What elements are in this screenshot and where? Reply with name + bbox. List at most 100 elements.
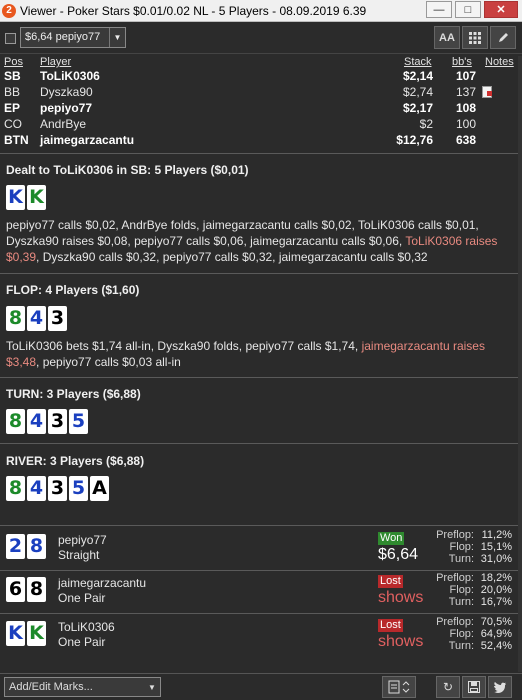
- equity-value: 15,1%: [480, 541, 512, 553]
- player-name: AndrBye: [40, 117, 87, 131]
- divider: [0, 525, 522, 526]
- divider: [0, 443, 522, 444]
- player-stack: $2,74: [402, 85, 433, 99]
- twitter-button[interactable]: [488, 676, 512, 698]
- result-hand: Straight: [58, 548, 100, 562]
- preflop-header: Dealt to ToLiK0306 in SB: 5 Players ($0,…: [6, 163, 249, 177]
- equity-stats: Preflop: 11,2% Flop: 15,1% Turn: 31,0%: [426, 529, 512, 565]
- result-player-name: pepiyo77: [58, 533, 107, 547]
- card: 5: [69, 476, 88, 501]
- result-row: K K ToLiK0306 One Pair Lost shows Preflop: 70,5…: [0, 615, 522, 659]
- divider: [0, 273, 522, 274]
- clipboard-icon: [388, 680, 410, 694]
- minimize-button[interactable]: —: [426, 1, 452, 18]
- player-name: ToLiK0306: [40, 69, 100, 83]
- equity-value: 16,7%: [480, 596, 512, 608]
- maximize-button[interactable]: □: [455, 1, 481, 18]
- equity-value: 52,4%: [480, 640, 512, 652]
- card: 6: [6, 577, 25, 602]
- hand-selector-value: $6,64 pepiyo77: [25, 31, 101, 43]
- player-row[interactable]: CO AndrBye $2 100: [4, 116, 516, 132]
- player-row[interactable]: EP pepiyo77 $2,17 108: [4, 100, 516, 116]
- equity-label: Preflop:: [436, 616, 474, 628]
- result-outcome: shows: [378, 633, 424, 650]
- grid-button[interactable]: [462, 26, 488, 49]
- card: 4: [27, 476, 46, 501]
- player-pos: SB: [4, 69, 21, 83]
- player-pos: BTN: [4, 133, 29, 147]
- player-stack: $2: [419, 117, 433, 131]
- equity-label: Flop:: [449, 541, 474, 553]
- river-header: RIVER: 3 Players ($6,88): [6, 454, 145, 468]
- chevron-down-icon: ▼: [109, 28, 125, 47]
- close-button[interactable]: ✕: [484, 1, 518, 18]
- flop-cards: 843: [6, 306, 67, 331]
- player-name: jaimegarzacantu: [40, 133, 135, 147]
- card: 8: [6, 306, 25, 331]
- chevron-down-icon: ▼: [148, 682, 156, 692]
- equity-label: Flop:: [449, 628, 474, 640]
- card: 3: [48, 409, 67, 434]
- col-notes: Notes: [485, 56, 514, 68]
- col-bbs: bb's: [452, 56, 472, 68]
- equity-label: Preflop:: [436, 529, 474, 541]
- divider: [0, 613, 522, 614]
- clipboard-button[interactable]: [382, 676, 416, 698]
- save-button[interactable]: [462, 676, 486, 698]
- app-icon: 2: [2, 3, 16, 18]
- equity-stats: Preflop: 18,2% Flop: 20,0% Turn: 16,7%: [426, 572, 512, 608]
- player-bbs: 100: [455, 117, 476, 131]
- equity-value: 31,0%: [480, 553, 512, 565]
- player-name: Dyszka90: [40, 85, 93, 99]
- pencil-icon: [498, 33, 508, 42]
- player-bbs: 108: [455, 101, 476, 115]
- player-pos: BB: [4, 85, 21, 99]
- card: K: [27, 185, 46, 210]
- scrollbar[interactable]: [518, 56, 522, 672]
- result-row: 2 8 pepiyo77 Straight Won $6,64 Preflop: 11,2% F…: [0, 528, 522, 572]
- note-icon[interactable]: [482, 86, 493, 101]
- player-name: pepiyo77: [40, 101, 93, 115]
- equity-stat: Preflop: 18,2%: [426, 572, 512, 584]
- window-title: Viewer - Poker Stars $0.01/0.02 NL - 5 P…: [20, 3, 367, 18]
- card: K: [27, 621, 46, 646]
- select-checkbox[interactable]: [5, 33, 16, 44]
- hand-selector[interactable]: $6,64 pepiyo77 ▼: [20, 27, 126, 48]
- refresh-icon: ↻: [442, 680, 454, 694]
- refresh-button[interactable]: ↻: [436, 676, 460, 698]
- card: 8: [6, 409, 25, 434]
- card: 8: [27, 534, 46, 559]
- divider: [0, 377, 522, 378]
- font-size-button[interactable]: AA: [434, 26, 460, 49]
- equity-value: 64,9%: [480, 628, 512, 640]
- player-pos: CO: [4, 117, 22, 131]
- col-player: Player: [40, 56, 72, 68]
- result-badge: Won: [378, 532, 405, 545]
- card: 8: [6, 476, 25, 501]
- equity-stat: Flop: 20,0%: [426, 584, 512, 596]
- card: K: [6, 185, 25, 210]
- equity-label: Turn:: [448, 640, 474, 652]
- player-row[interactable]: BB Dyszka90 $2,74 137: [4, 84, 516, 100]
- equity-value: 18,2%: [480, 572, 512, 584]
- equity-label: Turn:: [448, 553, 474, 565]
- edit-button[interactable]: [490, 26, 516, 49]
- result-badge: Lost: [378, 575, 403, 588]
- marks-dropdown[interactable]: Add/Edit Marks... ▼: [4, 677, 161, 697]
- player-row[interactable]: SB ToLiK0306 $2,14 107: [4, 68, 516, 84]
- players-header: Pos Player Stack bb's Notes: [4, 56, 516, 68]
- equity-label: Turn:: [448, 596, 474, 608]
- result-cards: 28: [6, 534, 46, 559]
- player-row[interactable]: BTN jaimegarzacantu $12,76 638: [4, 132, 516, 148]
- equity-stat: Turn: 16,7%: [426, 596, 512, 608]
- title-bar: 2 Viewer - Poker Stars $0.01/0.02 NL - 5…: [0, 0, 522, 22]
- equity-stat: Flop: 64,9%: [426, 628, 512, 640]
- player-bbs: 638: [455, 133, 476, 147]
- card: 2: [6, 534, 25, 559]
- marks-label: Add/Edit Marks...: [9, 681, 93, 693]
- equity-label: Flop:: [449, 584, 474, 596]
- card: A: [90, 476, 109, 501]
- twitter-icon: [493, 681, 506, 693]
- equity-stat: Flop: 15,1%: [426, 541, 512, 553]
- result-hand: One Pair: [58, 635, 106, 649]
